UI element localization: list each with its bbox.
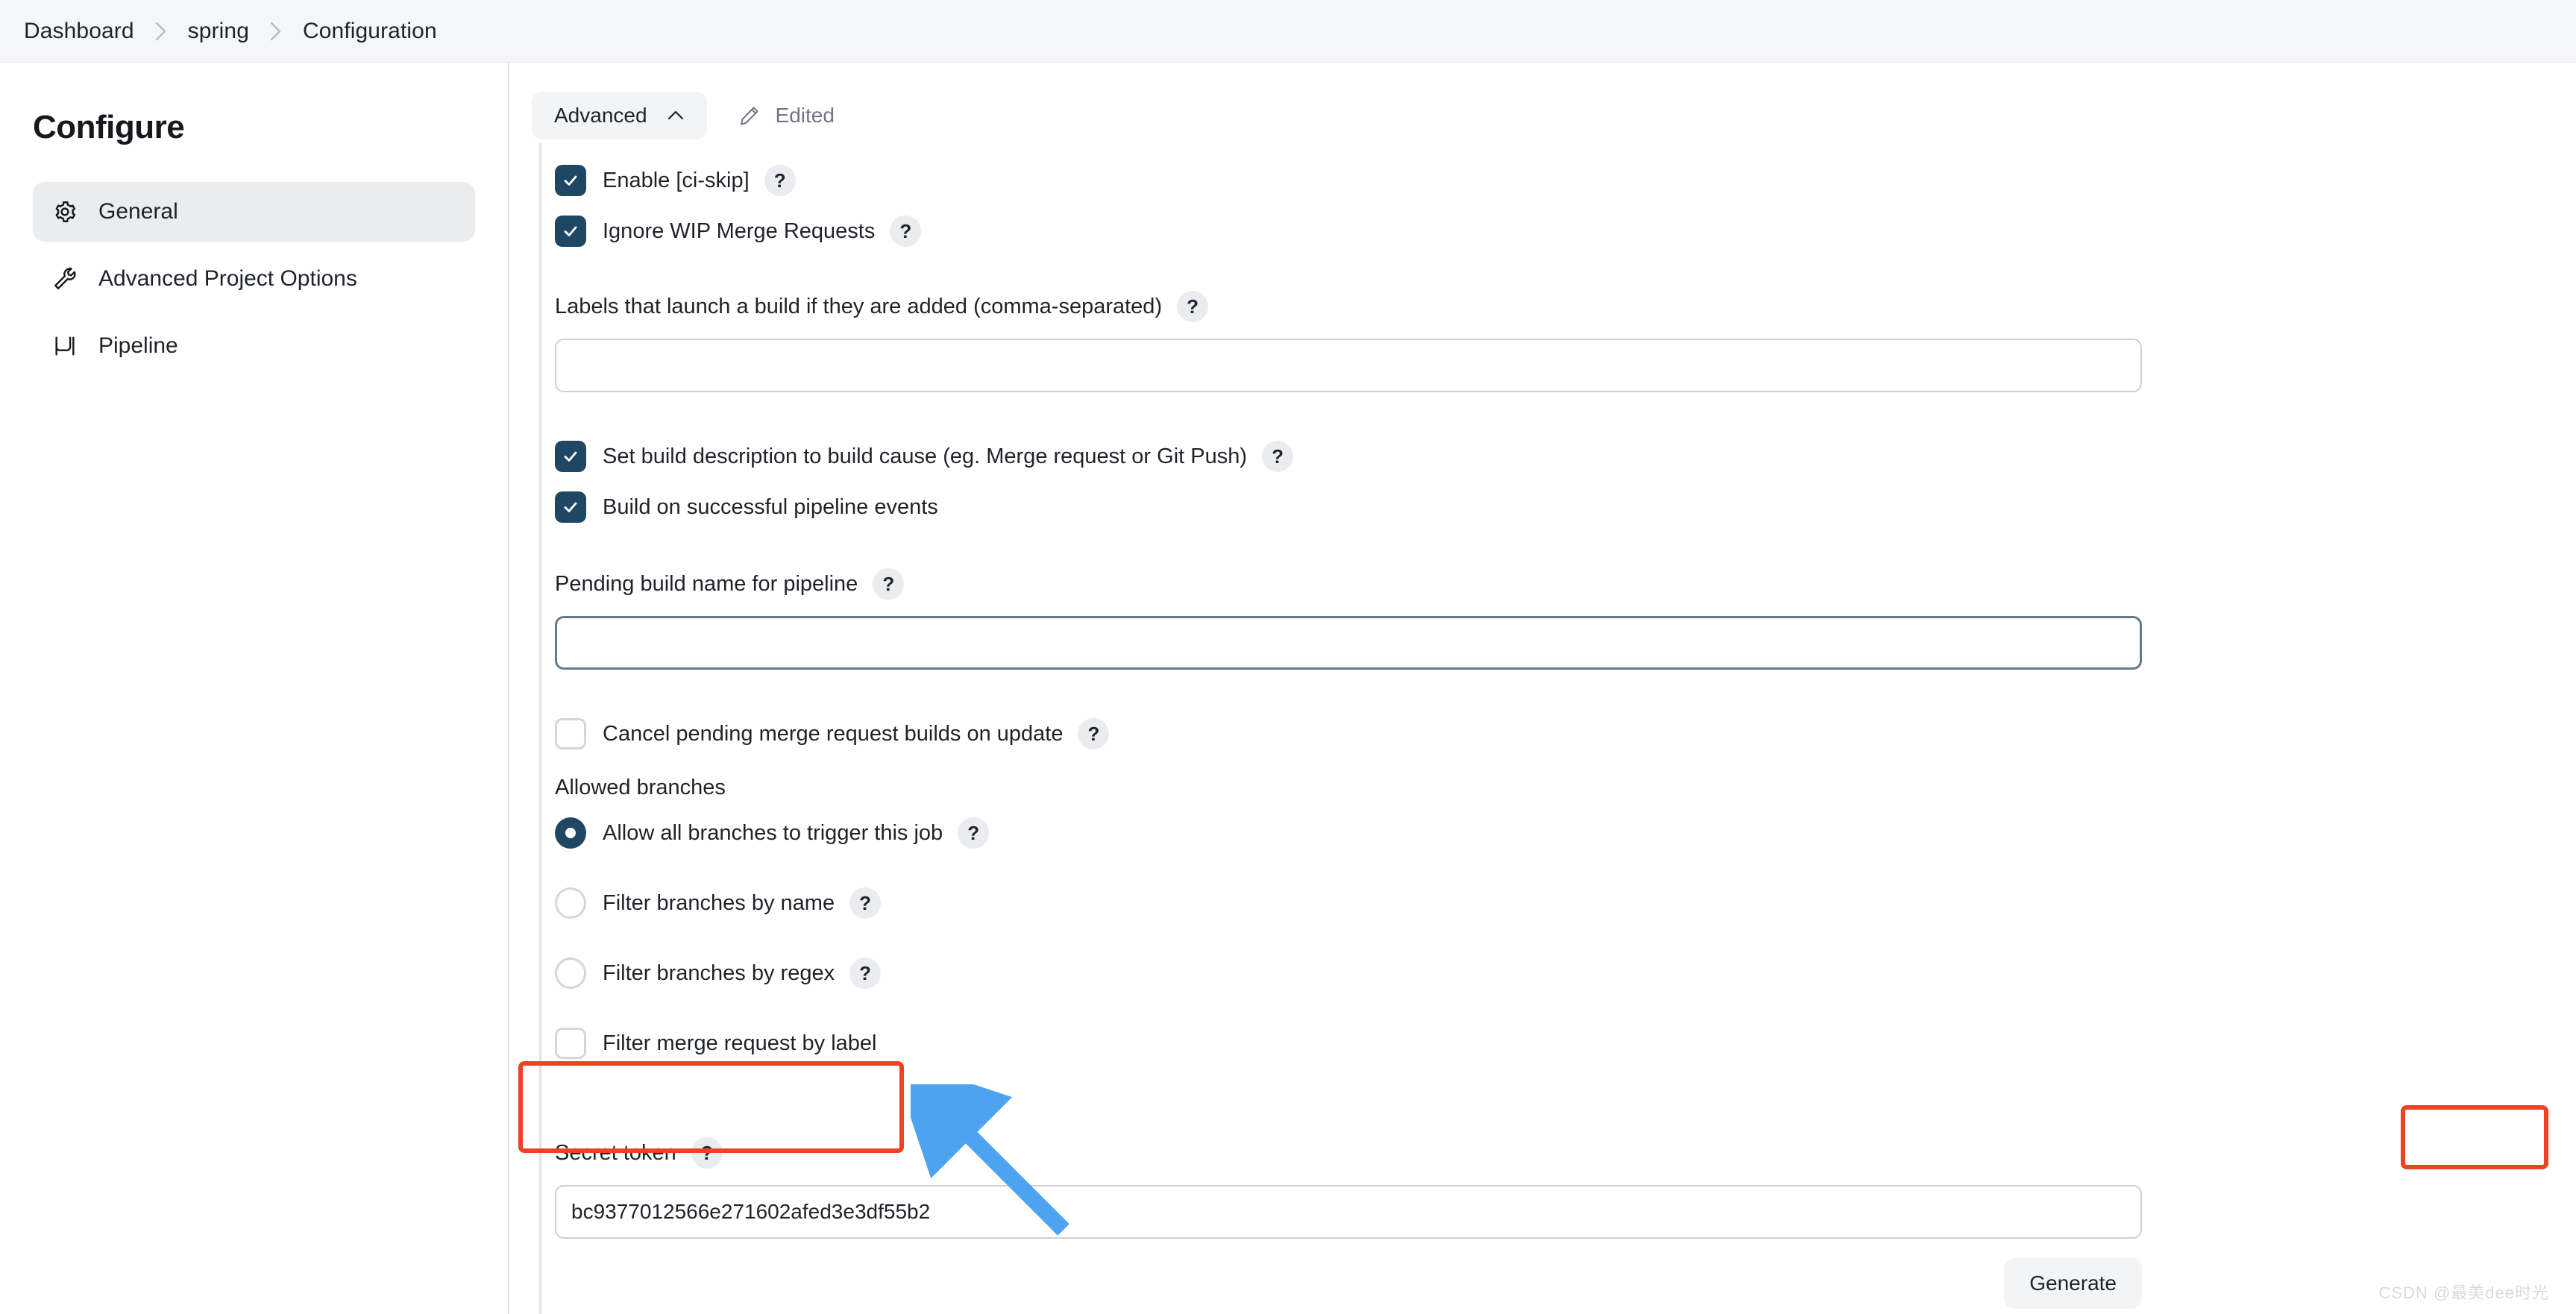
main-content: Advanced Edited Enable [ci-skip] ? Ignor… (509, 63, 2576, 1314)
checkbox-label-build-on-pipeline-events: Build on successful pipeline events (603, 494, 938, 519)
advanced-toggle-button[interactable]: Advanced (532, 92, 707, 139)
checkbox-enable-ci-skip[interactable] (555, 165, 586, 196)
sidebar-item-advanced-project-options[interactable]: Advanced Project Options (33, 249, 475, 309)
radio-row-filter-by-regex[interactable]: Filter branches by regex ? (555, 954, 2576, 993)
breadcrumb: Dashboard spring Configuration (0, 0, 2576, 63)
checkbox-filter-merge-request-by-label[interactable] (555, 1028, 586, 1059)
checkbox-row-filter-merge-request-by-label[interactable]: Filter merge request by label (555, 1024, 2576, 1063)
allowed-branches-label: Allowed branches (555, 776, 726, 799)
help-icon-filter-by-regex[interactable]: ? (849, 958, 882, 989)
checkbox-label-set-build-description: Set build description to build cause (eg… (603, 444, 1248, 468)
secret-token-input[interactable] (555, 1185, 2142, 1239)
sidebar: Configure General Advanced Project Optio… (0, 63, 509, 1314)
page-body: Configure General Advanced Project Optio… (0, 63, 2576, 1314)
sidebar-item-label-advanced: Advanced Project Options (98, 266, 357, 291)
help-icon-ignore-wip[interactable]: ? (890, 216, 922, 247)
advanced-toggle-label: Advanced (554, 104, 647, 127)
help-icon-set-build-description[interactable]: ? (1262, 441, 1294, 472)
help-icon-secret-token[interactable]: ? (691, 1137, 723, 1169)
pipeline-icon (51, 332, 79, 360)
radio-row-allow-all-branches[interactable]: Allow all branches to trigger this job ? (555, 814, 2576, 852)
help-icon-pending-field[interactable]: ? (873, 568, 905, 600)
help-icon-enable-ci-skip[interactable]: ? (764, 165, 796, 196)
watermark: CSDN @最美dee时光 (2378, 1283, 2549, 1302)
checkbox-row-ignore-wip[interactable]: Ignore WIP Merge Requests ? (555, 212, 2576, 251)
secret-token-label: Secret token (555, 1140, 676, 1165)
labels-field-label: Labels that launch a build if they are a… (555, 294, 1163, 318)
help-icon-filter-by-name[interactable]: ? (849, 887, 882, 919)
pending-field-label: Pending build name for pipeline (555, 571, 858, 596)
generate-button[interactable]: Generate (2004, 1258, 2142, 1309)
help-icon-allow-all-branches[interactable]: ? (958, 817, 990, 849)
checkbox-label-cancel-pending: Cancel pending merge request builds on u… (603, 721, 1064, 746)
checkbox-label-ignore-wip: Ignore WIP Merge Requests (603, 219, 876, 243)
breadcrumb-item-configuration[interactable]: Configuration (303, 19, 437, 44)
sidebar-item-label-general: General (98, 199, 178, 224)
labels-input[interactable] (555, 339, 2142, 392)
edited-label: Edited (775, 104, 835, 127)
pending-field-label-row: Pending build name for pipeline ? (555, 568, 2576, 600)
generate-button-row: Generate (555, 1258, 2142, 1309)
help-icon-cancel-pending[interactable]: ? (1078, 718, 1110, 749)
radio-filter-branches-by-regex[interactable] (555, 958, 586, 989)
breadcrumb-item-spring[interactable]: spring (188, 19, 249, 44)
chevron-right-icon-2 (268, 20, 283, 43)
checkbox-row-build-on-pipeline-events[interactable]: Build on successful pipeline events (555, 488, 2576, 526)
wrench-icon (51, 265, 79, 293)
breadcrumb-item-dashboard[interactable]: Dashboard (24, 19, 134, 44)
sidebar-item-label-pipeline: Pipeline (98, 333, 178, 358)
checkbox-row-set-build-description[interactable]: Set build description to build cause (eg… (555, 437, 2576, 476)
checkbox-ignore-wip[interactable] (555, 216, 586, 247)
pending-build-name-input[interactable] (555, 616, 2142, 670)
checkbox-build-on-pipeline-events[interactable] (555, 491, 586, 523)
gear-icon (51, 198, 79, 226)
checkbox-label-enable-ci-skip: Enable [ci-skip] (603, 168, 750, 192)
labels-field-label-row: Labels that launch a build if they are a… (555, 291, 2576, 322)
radio-label-filter-by-name: Filter branches by name (603, 890, 835, 915)
radio-filter-branches-by-name[interactable] (555, 887, 586, 919)
page-title: Configure (33, 109, 185, 145)
pencil-icon (738, 104, 761, 127)
radio-allow-all-branches[interactable] (555, 817, 586, 849)
toolbar: Advanced Edited (509, 63, 2576, 143)
sidebar-item-general[interactable]: General (33, 182, 475, 242)
edited-status: Edited (738, 104, 835, 128)
chevron-right-icon (154, 20, 169, 43)
checkbox-cancel-pending[interactable] (555, 718, 586, 749)
sidebar-item-pipeline[interactable]: Pipeline (33, 316, 475, 376)
checkbox-row-enable-ci-skip[interactable]: Enable [ci-skip] ? (555, 161, 2576, 200)
radio-row-filter-by-name[interactable]: Filter branches by name ? (555, 884, 2576, 922)
radio-label-allow-all-branches: Allow all branches to trigger this job (603, 820, 943, 845)
radio-label-filter-by-regex: Filter branches by regex (603, 961, 835, 985)
checkbox-label-filter-merge-request-by-label: Filter merge request by label (603, 1031, 877, 1055)
help-icon-labels-field[interactable]: ? (1177, 291, 1209, 322)
chevron-up-icon (667, 110, 685, 122)
secret-token-label-row: Secret token ? (555, 1137, 2576, 1169)
advanced-section: Enable [ci-skip] ? Ignore WIP Merge Requ… (539, 143, 2576, 1314)
checkbox-set-build-description[interactable] (555, 441, 586, 472)
checkbox-row-cancel-pending[interactable]: Cancel pending merge request builds on u… (555, 714, 2576, 753)
